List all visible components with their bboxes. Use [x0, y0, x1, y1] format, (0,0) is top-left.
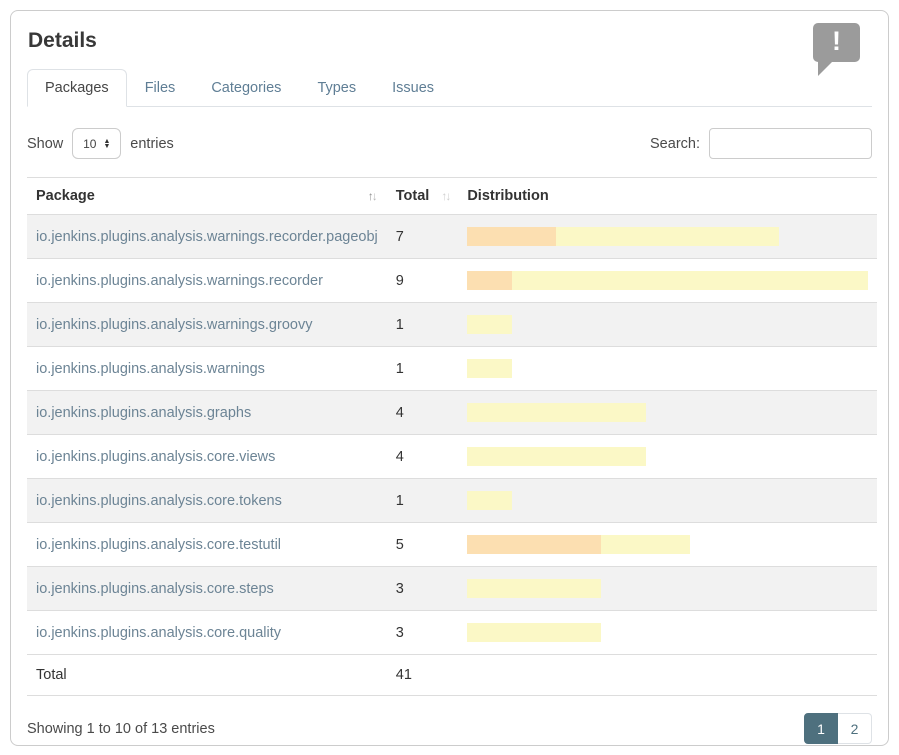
comment-exclamation-icon: !	[813, 23, 860, 77]
page-length-value: 10	[83, 137, 96, 151]
table-row: io.jenkins.plugins.analysis.warnings.rec…	[27, 259, 877, 303]
table-row: io.jenkins.plugins.analysis.core.steps 3	[27, 567, 877, 611]
tab-types[interactable]: Types	[299, 69, 374, 107]
distribution-bar	[467, 623, 868, 642]
distribution-bar	[467, 579, 868, 598]
package-link[interactable]: io.jenkins.plugins.analysis.warnings.gro…	[36, 317, 312, 333]
page-length-select[interactable]: 10 ▲▼	[72, 128, 121, 159]
distribution-bar	[467, 227, 868, 246]
severity-normal-segment	[467, 403, 645, 422]
distribution-bar	[467, 535, 868, 554]
severity-normal-segment	[467, 579, 601, 598]
severity-normal-segment	[467, 623, 601, 642]
table-header-row: Package ↑↓ Total ↑↓ Distribution	[27, 178, 877, 215]
tab-categories[interactable]: Categories	[193, 69, 299, 107]
total-value: 4	[387, 391, 459, 435]
table-row: io.jenkins.plugins.analysis.warnings.gro…	[27, 303, 877, 347]
distribution-bar	[467, 403, 868, 422]
total-value: 5	[387, 523, 459, 567]
footer-total-label: Total	[27, 655, 387, 696]
table-footer-bar: Showing 1 to 10 of 13 entries 1 2	[27, 713, 872, 744]
entries-info: Showing 1 to 10 of 13 entries	[27, 721, 215, 737]
distribution-bar	[467, 271, 868, 290]
severity-normal-segment	[467, 315, 512, 334]
page-title: Details	[28, 29, 872, 53]
package-link[interactable]: io.jenkins.plugins.analysis.warnings	[36, 361, 265, 377]
table-row: io.jenkins.plugins.analysis.core.quality…	[27, 611, 877, 655]
search-label: Search:	[650, 136, 700, 152]
total-value: 3	[387, 567, 459, 611]
total-value: 3	[387, 611, 459, 655]
table-controls: Show 10 ▲▼ entries Search:	[27, 128, 872, 159]
sort-icon[interactable]: ↑↓	[368, 189, 376, 203]
total-value: 1	[387, 303, 459, 347]
total-value: 7	[387, 215, 459, 259]
entries-label: entries	[130, 136, 174, 152]
table-row: io.jenkins.plugins.analysis.graphs 4	[27, 391, 877, 435]
tab-files[interactable]: Files	[127, 69, 194, 107]
package-link[interactable]: io.jenkins.plugins.analysis.core.quality	[36, 625, 281, 641]
select-arrows-icon: ▲▼	[103, 139, 110, 149]
package-link[interactable]: io.jenkins.plugins.analysis.warnings.rec…	[36, 229, 378, 245]
distribution-bar	[467, 447, 868, 466]
table-footer-row: Total 41	[27, 655, 877, 696]
column-header-package[interactable]: Package ↑↓	[27, 178, 387, 215]
table-row: io.jenkins.plugins.analysis.core.tokens …	[27, 479, 877, 523]
tab-issues[interactable]: Issues	[374, 69, 452, 107]
column-header-total[interactable]: Total ↑↓	[387, 178, 459, 215]
tab-bar: Packages Files Categories Types Issues	[27, 69, 872, 107]
package-link[interactable]: io.jenkins.plugins.analysis.warnings.rec…	[36, 273, 323, 289]
distribution-bar	[467, 491, 868, 510]
search-input[interactable]	[709, 128, 872, 159]
show-label: Show	[27, 136, 63, 152]
package-link[interactable]: io.jenkins.plugins.analysis.core.views	[36, 449, 275, 465]
packages-table: Package ↑↓ Total ↑↓ Distribution io.jenk…	[27, 177, 877, 696]
package-link[interactable]: io.jenkins.plugins.analysis.core.tokens	[36, 493, 282, 509]
footer-total-value: 41	[387, 655, 459, 696]
package-link[interactable]: io.jenkins.plugins.analysis.graphs	[36, 405, 251, 421]
severity-normal-segment	[467, 491, 512, 510]
severity-high-segment	[467, 227, 556, 246]
table-row: io.jenkins.plugins.analysis.core.views 4	[27, 435, 877, 479]
table-row: io.jenkins.plugins.analysis.warnings.rec…	[27, 215, 877, 259]
page-button-1[interactable]: 1	[804, 713, 838, 744]
severity-normal-segment	[512, 271, 868, 290]
table-row: io.jenkins.plugins.analysis.core.testuti…	[27, 523, 877, 567]
total-value: 9	[387, 259, 459, 303]
severity-normal-segment	[601, 535, 690, 554]
package-link[interactable]: io.jenkins.plugins.analysis.core.steps	[36, 581, 274, 597]
package-link[interactable]: io.jenkins.plugins.analysis.core.testuti…	[36, 537, 281, 553]
total-value: 4	[387, 435, 459, 479]
column-header-distribution: Distribution	[458, 178, 877, 215]
tab-packages[interactable]: Packages	[27, 69, 127, 107]
severity-high-segment	[467, 535, 601, 554]
table-row: io.jenkins.plugins.analysis.warnings 1	[27, 347, 877, 391]
severity-high-segment	[467, 271, 512, 290]
details-card: Details ! Packages Files Categories Type…	[10, 10, 889, 746]
sort-icon[interactable]: ↑↓	[441, 189, 449, 203]
severity-normal-segment	[467, 359, 512, 378]
total-value: 1	[387, 479, 459, 523]
distribution-bar	[467, 359, 868, 378]
severity-normal-segment	[467, 447, 645, 466]
page-button-2[interactable]: 2	[838, 713, 872, 744]
severity-normal-segment	[556, 227, 779, 246]
pagination: 1 2	[804, 713, 872, 744]
exclamation-glyph: !	[832, 28, 841, 55]
distribution-bar	[467, 315, 868, 334]
total-value: 1	[387, 347, 459, 391]
